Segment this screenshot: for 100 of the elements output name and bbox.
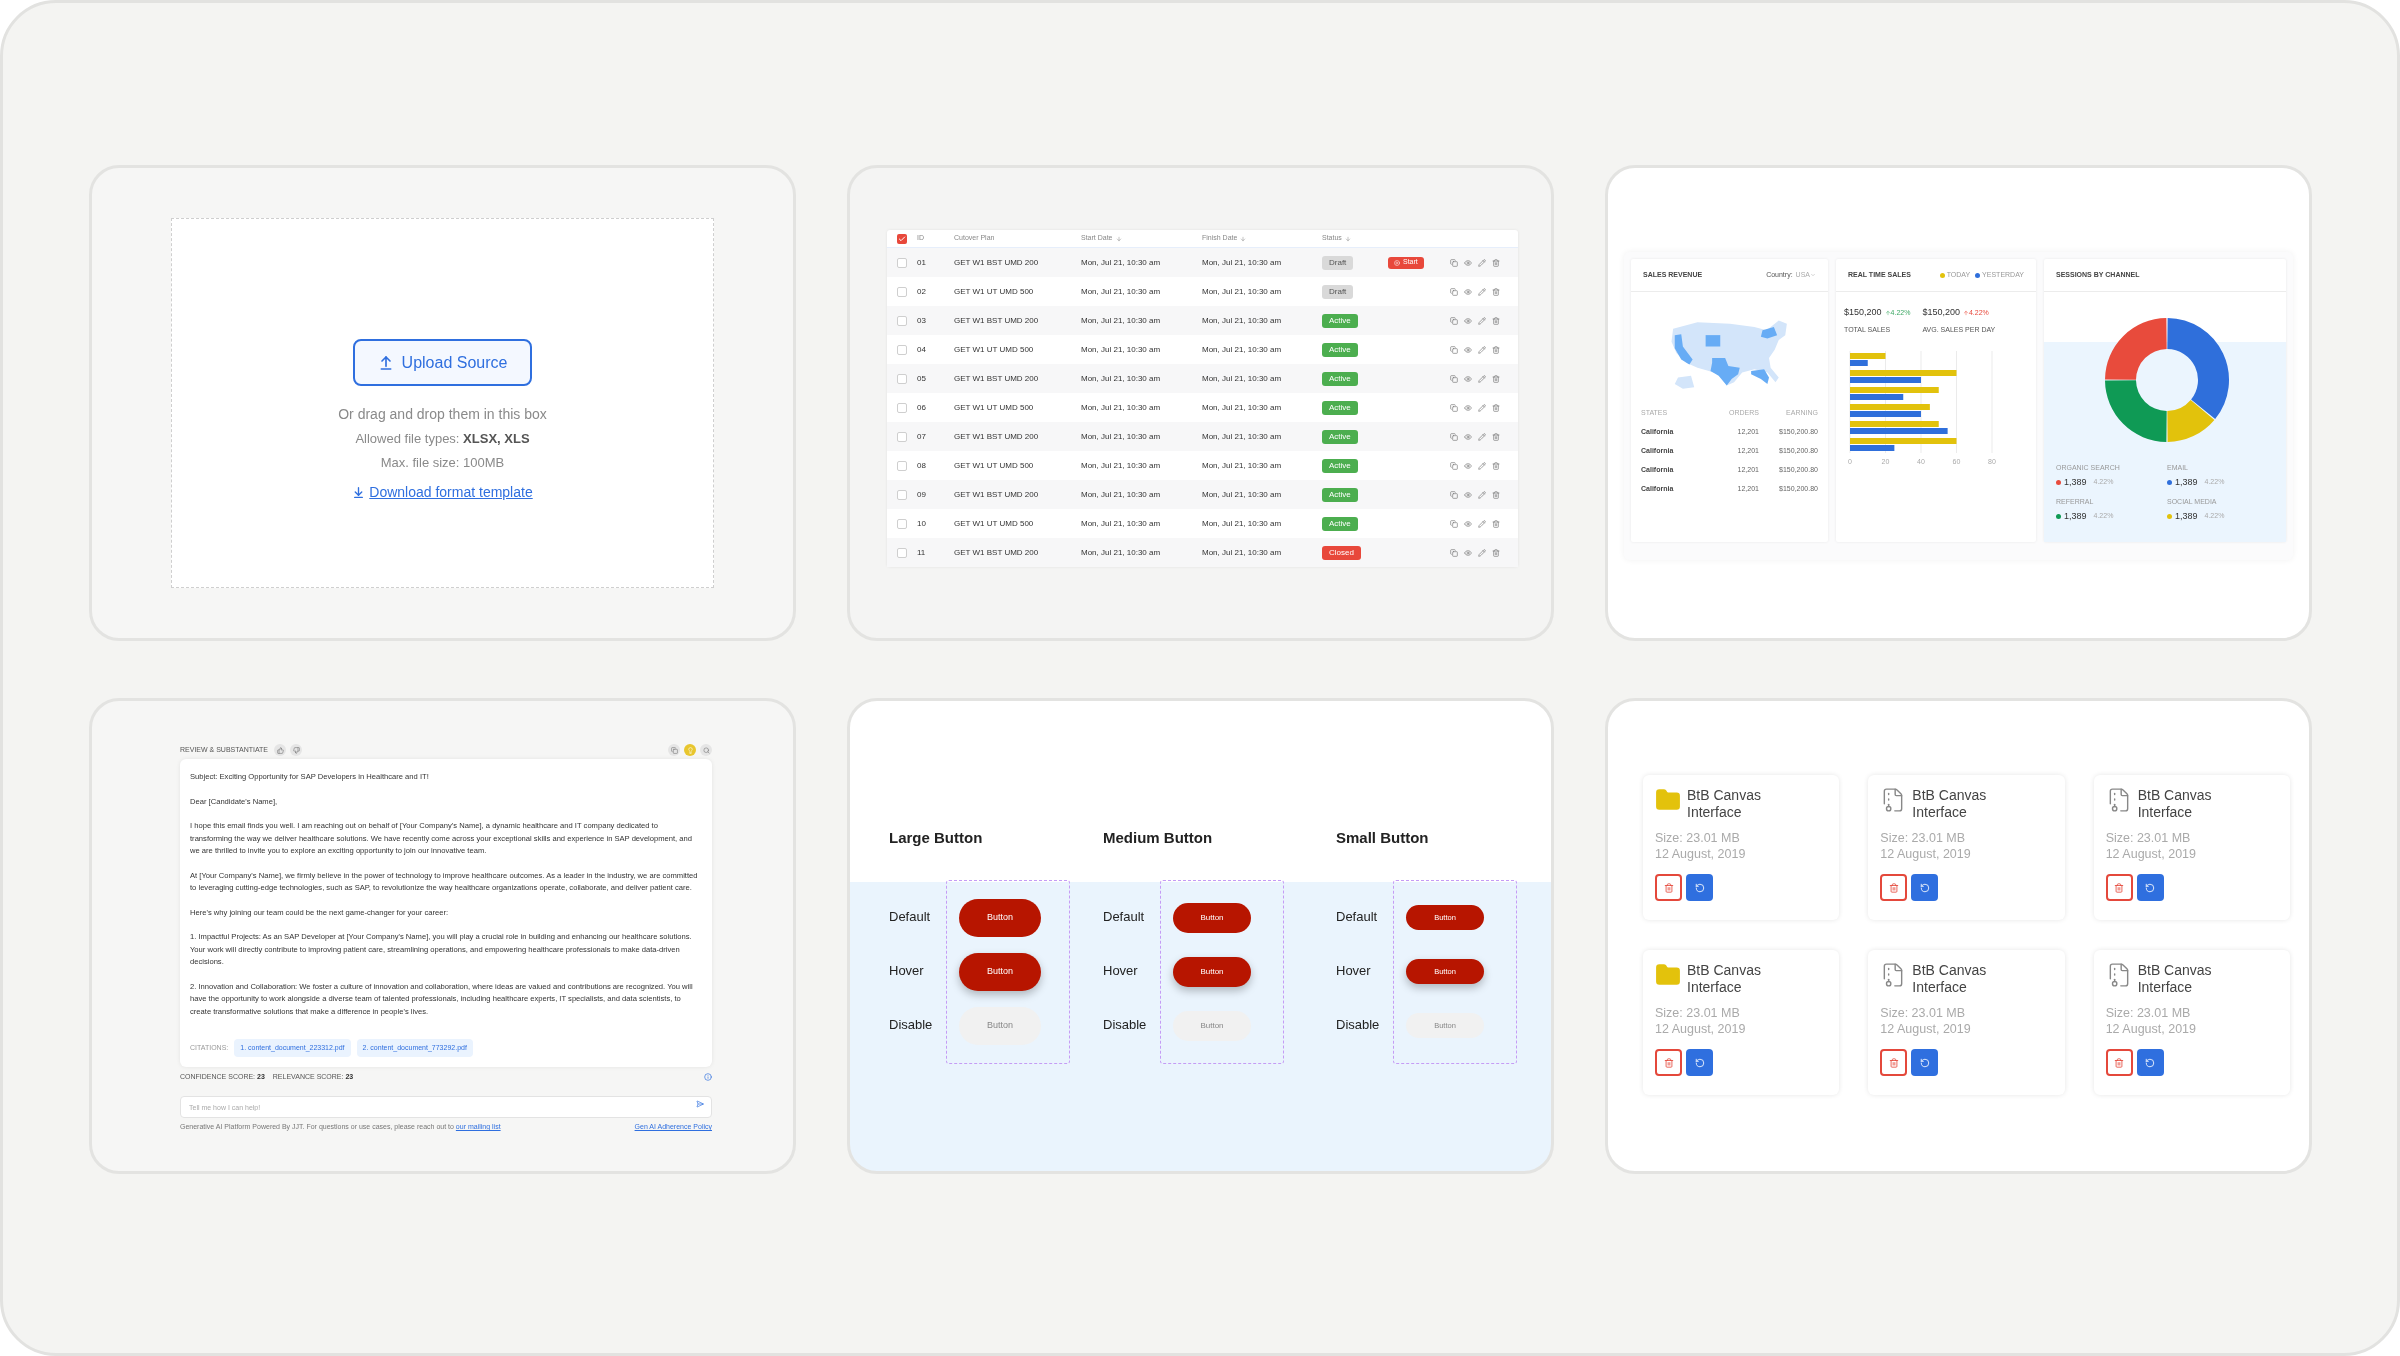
trash-icon xyxy=(1888,882,1899,893)
checkbox[interactable] xyxy=(897,402,907,413)
copy-icon[interactable] xyxy=(1450,374,1458,383)
checkbox[interactable] xyxy=(897,431,907,442)
restore-button[interactable] xyxy=(1686,874,1713,901)
delete-icon[interactable] xyxy=(1492,403,1500,412)
copy-icon[interactable] xyxy=(1450,287,1458,296)
sample-button[interactable]: Button xyxy=(1173,956,1251,987)
delete-icon[interactable] xyxy=(1492,461,1500,470)
checkbox[interactable] xyxy=(897,547,907,558)
delete-icon[interactable] xyxy=(1492,287,1500,296)
delete-button[interactable] xyxy=(1880,1049,1908,1076)
channel-value: 1,389 xyxy=(2175,475,2198,489)
restore-button[interactable] xyxy=(1911,874,1939,901)
file-size: Size: 23.01 MB xyxy=(2105,830,2192,846)
sample-button[interactable]: Button xyxy=(959,898,1041,937)
delete-icon[interactable] xyxy=(1492,548,1500,557)
lightbulb-icon[interactable] xyxy=(684,744,696,756)
channel-value: 1,389 xyxy=(2175,509,2198,523)
search-icon[interactable] xyxy=(700,744,712,756)
edit-icon[interactable] xyxy=(1478,519,1486,528)
delete-icon[interactable] xyxy=(1492,345,1500,354)
checkbox[interactable] xyxy=(897,233,907,244)
edit-icon[interactable] xyxy=(1478,287,1486,296)
delete-button[interactable] xyxy=(1655,874,1682,901)
sort-arrow-icon[interactable] xyxy=(1240,235,1247,242)
delete-button[interactable] xyxy=(1655,1049,1682,1076)
delete-button[interactable] xyxy=(2105,1049,2133,1076)
view-icon[interactable] xyxy=(1464,374,1472,383)
delete-icon[interactable] xyxy=(1492,432,1500,441)
edit-icon[interactable] xyxy=(1478,490,1486,499)
thumbs-up-icon[interactable] xyxy=(274,744,287,756)
delete-icon[interactable] xyxy=(1492,490,1500,499)
copy-icon[interactable] xyxy=(1450,548,1458,557)
delete-button[interactable] xyxy=(1880,874,1908,901)
drop-zone[interactable]: Upload Source Or drag and drop them in this box Allowed file types: XLSX, XLS Max. file size: 100MB Download format template xyxy=(171,218,714,588)
view-icon[interactable] xyxy=(1464,258,1472,267)
sort-arrow-icon[interactable] xyxy=(1344,235,1351,242)
view-icon[interactable] xyxy=(1464,461,1472,470)
sample-button[interactable]: Button xyxy=(959,952,1041,991)
edit-icon[interactable] xyxy=(1478,432,1486,441)
status-badge: Active xyxy=(1322,342,1358,357)
checkbox[interactable] xyxy=(897,257,907,268)
edit-icon[interactable] xyxy=(1478,548,1486,557)
view-icon[interactable] xyxy=(1464,432,1472,441)
send-icon[interactable] xyxy=(696,1099,704,1108)
delete-icon[interactable] xyxy=(1492,374,1500,383)
checkbox[interactable] xyxy=(897,373,907,384)
edit-icon[interactable] xyxy=(1478,374,1486,383)
rotate-icon xyxy=(1694,882,1705,893)
copy-icon[interactable] xyxy=(1450,316,1458,325)
edit-icon[interactable] xyxy=(1478,403,1486,412)
start-date-cell-text: Mon, Jul 21, 10:30 am xyxy=(1081,372,1162,385)
copy-icon[interactable] xyxy=(1450,403,1458,412)
view-icon[interactable] xyxy=(1464,403,1472,412)
view-icon[interactable] xyxy=(1464,519,1472,528)
folder-icon xyxy=(1655,962,1681,988)
copy-icon[interactable] xyxy=(668,744,680,756)
delete-button[interactable] xyxy=(2105,874,2133,901)
download-link[interactable]: Download format template xyxy=(369,482,533,503)
state-label: Hover xyxy=(889,961,924,980)
sample-button[interactable]: Button xyxy=(1173,902,1251,933)
checkbox[interactable] xyxy=(897,286,907,297)
copy-icon[interactable] xyxy=(1450,490,1458,499)
edit-icon[interactable] xyxy=(1478,258,1486,267)
edit-icon[interactable] xyxy=(1478,316,1486,325)
copy-icon[interactable] xyxy=(1450,461,1458,470)
view-icon[interactable] xyxy=(1464,548,1472,557)
delete-icon[interactable] xyxy=(1492,519,1500,528)
restore-button[interactable] xyxy=(1911,1049,1939,1076)
checkbox[interactable] xyxy=(897,460,907,471)
channel-value: 1,389 xyxy=(2064,509,2087,523)
view-icon[interactable] xyxy=(1464,490,1472,499)
status-badge: Active xyxy=(1322,400,1358,415)
checkbox[interactable] xyxy=(897,518,907,529)
delete-icon[interactable] xyxy=(1492,316,1500,325)
finish-date-cell-text: Mon, Jul 21, 10:30 am xyxy=(1202,488,1283,501)
status-badge: Active xyxy=(1322,313,1358,328)
file-name: BtB Canvas Interface xyxy=(1687,962,1762,996)
delete-icon[interactable] xyxy=(1492,258,1500,267)
info-icon[interactable] xyxy=(704,1073,712,1082)
copy-icon[interactable] xyxy=(1450,519,1458,528)
edit-icon[interactable] xyxy=(1478,345,1486,354)
sort-arrow-icon[interactable] xyxy=(1115,235,1122,242)
restore-button[interactable] xyxy=(2136,1049,2164,1076)
checkbox[interactable] xyxy=(897,489,907,500)
copy-icon[interactable] xyxy=(1450,258,1458,267)
copy-icon[interactable] xyxy=(1450,345,1458,354)
view-icon[interactable] xyxy=(1464,316,1472,325)
restore-button[interactable] xyxy=(2136,874,2164,901)
thumbs-down-icon[interactable] xyxy=(290,744,303,756)
checkbox[interactable] xyxy=(897,344,907,355)
restore-button[interactable] xyxy=(1686,1049,1713,1076)
view-icon[interactable] xyxy=(1464,345,1472,354)
upload-button[interactable]: Upload Source xyxy=(353,339,532,386)
copy-icon[interactable] xyxy=(1450,432,1458,441)
view-icon[interactable] xyxy=(1464,287,1472,296)
file-date: 12 August, 2019 xyxy=(1880,1021,1972,1037)
checkbox[interactable] xyxy=(897,315,907,326)
edit-icon[interactable] xyxy=(1478,461,1486,470)
